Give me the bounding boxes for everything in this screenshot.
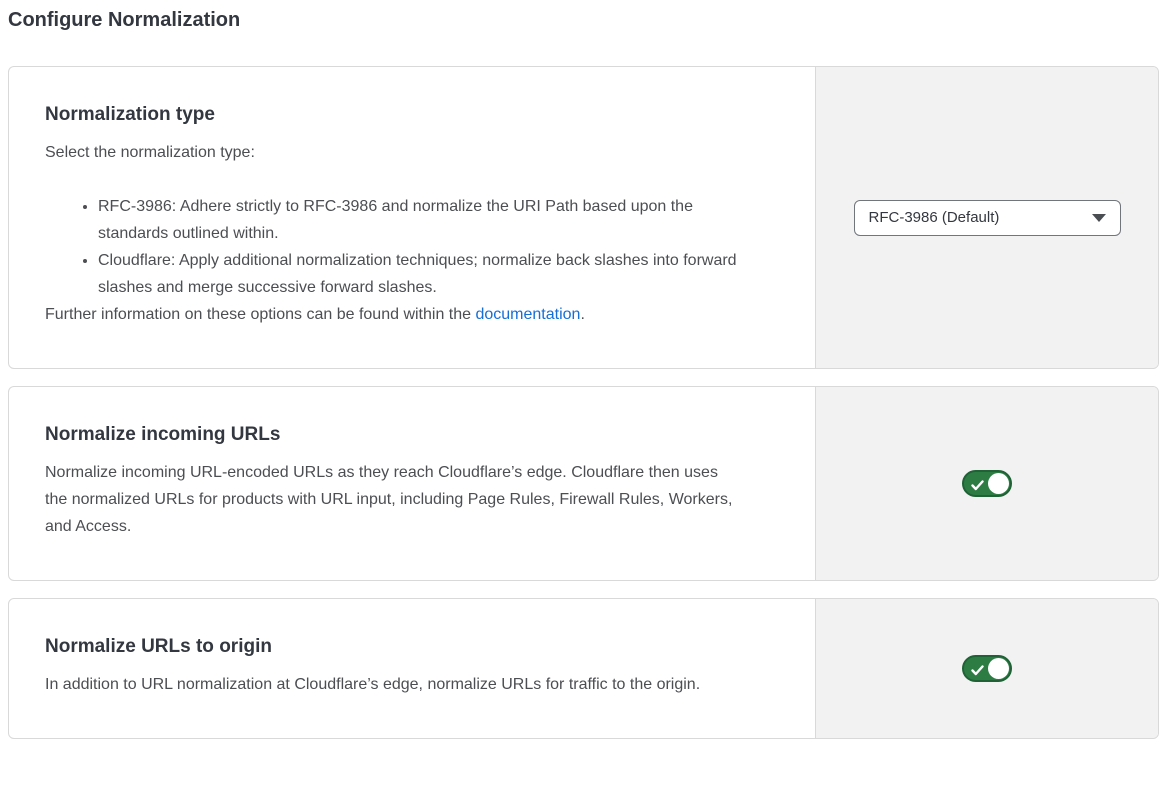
check-icon (971, 478, 984, 489)
card-normalization-type: Normalization type Select the normalizat… (8, 66, 1159, 369)
normalization-type-select[interactable]: RFC-3986 (Default) (854, 200, 1121, 236)
card-normalize-urls-to-origin-aside (815, 599, 1158, 738)
card-normalize-incoming-urls-aside (815, 387, 1158, 580)
page-container: Configure Normalization Normalization ty… (0, 8, 1167, 739)
card-normalization-type-aside: RFC-3986 (Default) (815, 67, 1158, 368)
toggle-knob (988, 658, 1009, 679)
normalize-urls-to-origin-heading: Normalize URLs to origin (45, 633, 775, 661)
footer-text-prefix: Further information on these options can… (45, 306, 475, 323)
caret-down-icon (1092, 214, 1106, 222)
footer-text-suffix: . (580, 306, 584, 323)
normalize-incoming-urls-heading: Normalize incoming URLs (45, 421, 775, 449)
card-normalize-urls-to-origin: Normalize URLs to origin In addition to … (8, 598, 1159, 739)
list-item-rfc3986: RFC-3986: Adhere strictly to RFC-3986 an… (98, 193, 740, 247)
card-normalize-incoming-urls: Normalize incoming URLs Normalize incomi… (8, 386, 1159, 581)
normalization-type-select-value: RFC-3986 (Default) (869, 201, 1000, 235)
list-item-cloudflare: Cloudflare: Apply additional normalizati… (98, 247, 740, 301)
card-normalization-type-content: Normalization type Select the normalizat… (9, 67, 815, 368)
card-normalize-incoming-urls-content: Normalize incoming URLs Normalize incomi… (9, 387, 815, 580)
normalize-incoming-urls-description: Normalize incoming URL-encoded URLs as t… (45, 459, 740, 540)
toggle-knob (988, 473, 1009, 494)
normalization-type-footer: Further information on these options can… (45, 301, 740, 328)
check-icon (971, 663, 984, 674)
normalization-type-options-list: RFC-3986: Adhere strictly to RFC-3986 an… (45, 193, 740, 301)
page-title: Configure Normalization (8, 8, 1159, 32)
documentation-link[interactable]: documentation (475, 306, 580, 323)
normalization-type-intro: Select the normalization type: (45, 139, 740, 166)
normalization-type-heading: Normalization type (45, 101, 775, 129)
normalize-incoming-urls-toggle[interactable] (962, 470, 1012, 497)
normalize-urls-to-origin-description: In addition to URL normalization at Clou… (45, 671, 740, 698)
normalize-urls-to-origin-toggle[interactable] (962, 655, 1012, 682)
card-normalize-urls-to-origin-content: Normalize URLs to origin In addition to … (9, 599, 815, 738)
